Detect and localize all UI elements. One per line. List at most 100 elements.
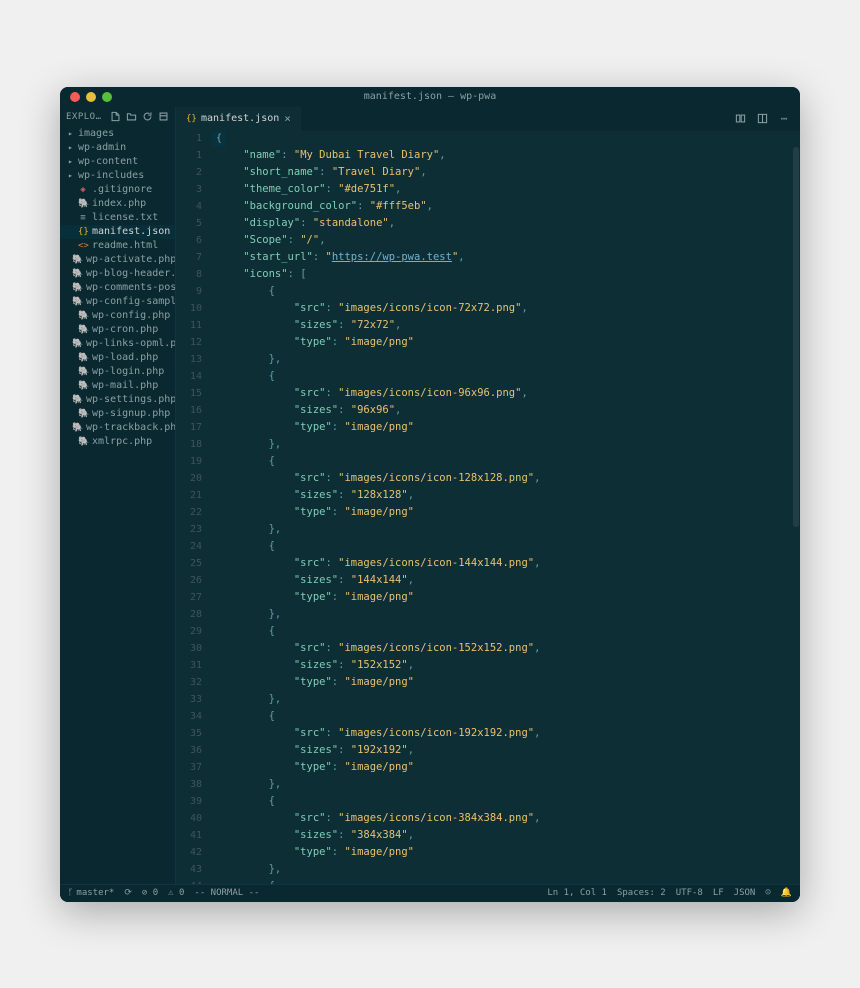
code-line[interactable]: "sizes": "384x384", — [212, 827, 792, 844]
php-icon: 🐘 — [72, 297, 82, 307]
file-tree-item[interactable]: <>readme.html — [60, 239, 175, 253]
code-line[interactable]: "short_name": "Travel Diary", — [212, 164, 792, 181]
code-line[interactable]: "src": "images/icons/icon-152x152.png", — [212, 640, 792, 657]
new-folder-icon[interactable] — [125, 111, 137, 123]
code-line[interactable]: }, — [212, 351, 792, 368]
code-line[interactable]: }, — [212, 521, 792, 538]
encoding[interactable]: UTF-8 — [676, 888, 703, 898]
warnings-count[interactable]: ⚠ 0 — [168, 888, 184, 898]
sync-icon[interactable]: ⟳ — [124, 888, 132, 898]
code-line[interactable]: "src": "images/icons/icon-144x144.png", — [212, 555, 792, 572]
file-tree-item[interactable]: 🐘wp-trackback.php — [60, 421, 175, 435]
file-tree-item[interactable]: 🐘wp-settings.php — [60, 393, 175, 407]
file-tree-item[interactable]: 🐘wp-signup.php — [60, 407, 175, 421]
file-name: wp-content — [78, 156, 138, 167]
code-line[interactable]: { — [212, 538, 792, 555]
feedback-icon[interactable]: ☺ — [765, 888, 770, 898]
code-line[interactable]: }, — [212, 776, 792, 793]
code-line[interactable]: }, — [212, 436, 792, 453]
code-line[interactable]: { — [212, 368, 792, 385]
compare-icon[interactable] — [734, 113, 746, 125]
file-tree-item[interactable]: 🐘wp-comments-post.php — [60, 281, 175, 295]
cursor-position[interactable]: Ln 1, Col 1 — [547, 888, 607, 898]
line-number: 37 — [176, 759, 202, 776]
code-line[interactable]: "type": "image/png" — [212, 504, 792, 521]
code-line[interactable]: "Scope": "/", — [212, 232, 792, 249]
git-branch[interactable]: ᚶ master* — [68, 888, 114, 898]
code-line[interactable]: "type": "image/png" — [212, 419, 792, 436]
file-tree-item[interactable]: ▸wp-content — [60, 155, 175, 169]
code-line[interactable]: "sizes": "128x128", — [212, 487, 792, 504]
code-line[interactable]: }, — [212, 606, 792, 623]
code-line[interactable]: "icons": [ — [212, 266, 792, 283]
file-tree-item[interactable]: 🐘wp-cron.php — [60, 323, 175, 337]
code-line[interactable]: "display": "standalone", — [212, 215, 792, 232]
file-tree-item[interactable]: ≡license.txt — [60, 211, 175, 225]
code-line[interactable]: "src": "images/icons/icon-192x192.png", — [212, 725, 792, 742]
code-line[interactable]: "sizes": "96x96", — [212, 402, 792, 419]
close-tab-icon[interactable]: × — [284, 112, 291, 125]
language-mode[interactable]: JSON — [734, 888, 756, 898]
code-line[interactable]: "sizes": "72x72", — [212, 317, 792, 334]
code-line[interactable]: "src": "images/icons/icon-72x72.png", — [212, 300, 792, 317]
file-tree-item[interactable]: ▸wp-admin — [60, 141, 175, 155]
collapse-icon[interactable] — [157, 111, 169, 123]
code-line[interactable]: "sizes": "144x144", — [212, 572, 792, 589]
file-tree-item[interactable]: 🐘wp-blog-header.php — [60, 267, 175, 281]
code-line[interactable]: "src": "images/icons/icon-384x384.png", — [212, 810, 792, 827]
code-line[interactable]: }, — [212, 691, 792, 708]
code-line[interactable]: "sizes": "192x192", — [212, 742, 792, 759]
refresh-icon[interactable] — [141, 111, 153, 123]
indentation[interactable]: Spaces: 2 — [617, 888, 666, 898]
code-line[interactable]: "type": "image/png" — [212, 334, 792, 351]
code-line[interactable]: "src": "images/icons/icon-128x128.png", — [212, 470, 792, 487]
code-line[interactable]: "background_color": "#fff5eb", — [212, 198, 792, 215]
more-actions-icon[interactable]: ⋯ — [778, 113, 790, 125]
code-line[interactable]: }, — [212, 861, 792, 878]
code-line[interactable]: "src": "images/icons/icon-96x96.png", — [212, 385, 792, 402]
split-editor-icon[interactable] — [756, 113, 768, 125]
php-icon: 🐘 — [72, 339, 82, 349]
code-line[interactable]: { — [212, 283, 792, 300]
new-file-icon[interactable] — [109, 111, 121, 123]
eol[interactable]: LF — [713, 888, 724, 898]
file-tree-item[interactable]: 🐘wp-load.php — [60, 351, 175, 365]
file-tree-item[interactable]: 🐘xmlrpc.php — [60, 435, 175, 449]
code-line[interactable]: { — [212, 878, 792, 884]
file-tree-item[interactable]: {}manifest.json — [60, 225, 175, 239]
code-line[interactable]: { — [212, 453, 792, 470]
line-number: 29 — [176, 623, 202, 640]
breadcrumb-text[interactable]: { — [212, 131, 226, 147]
code-line[interactable]: "type": "image/png" — [212, 844, 792, 861]
code-line[interactable]: "theme_color": "#de751f", — [212, 181, 792, 198]
file-tree-item[interactable]: ◈.gitignore — [60, 183, 175, 197]
file-tree-item[interactable]: ▸wp-includes — [60, 169, 175, 183]
file-tree-item[interactable]: ▸images — [60, 127, 175, 141]
code-line[interactable]: "name": "My Dubai Travel Diary", — [212, 147, 792, 164]
file-tree-item[interactable]: 🐘wp-mail.php — [60, 379, 175, 393]
code-line[interactable]: { — [212, 793, 792, 810]
code-line[interactable]: "type": "image/png" — [212, 759, 792, 776]
notifications-icon[interactable]: 🔔 — [781, 888, 792, 898]
scrollbar[interactable] — [792, 147, 800, 884]
code-line[interactable]: { — [212, 708, 792, 725]
file-tree-item[interactable]: 🐘wp-config.php — [60, 309, 175, 323]
file-tree-item[interactable]: 🐘wp-config-sample.php — [60, 295, 175, 309]
tab-manifest-json[interactable]: {} manifest.json × — [176, 107, 302, 131]
errors-count[interactable]: ⊘ 0 — [142, 888, 158, 898]
code-line[interactable]: "type": "image/png" — [212, 674, 792, 691]
line-number: 8 — [176, 266, 202, 283]
html-icon: <> — [78, 241, 88, 251]
file-tree-item[interactable]: 🐘wp-activate.php — [60, 253, 175, 267]
file-tree-item[interactable]: 🐘wp-login.php — [60, 365, 175, 379]
code-line[interactable]: "type": "image/png" — [212, 589, 792, 606]
code-line[interactable]: "sizes": "152x152", — [212, 657, 792, 674]
file-tree-item[interactable]: 🐘index.php — [60, 197, 175, 211]
file-tree-item[interactable]: 🐘wp-links-opml.php — [60, 337, 175, 351]
code-content[interactable]: "name": "My Dubai Travel Diary", "short_… — [212, 147, 792, 884]
php-icon: 🐘 — [72, 283, 82, 293]
scrollbar-thumb[interactable] — [793, 147, 799, 527]
code-line[interactable]: { — [212, 623, 792, 640]
code-editor[interactable]: 1234567891011121314151617181920212223242… — [176, 147, 800, 884]
code-line[interactable]: "start_url": "https://wp-pwa.test", — [212, 249, 792, 266]
